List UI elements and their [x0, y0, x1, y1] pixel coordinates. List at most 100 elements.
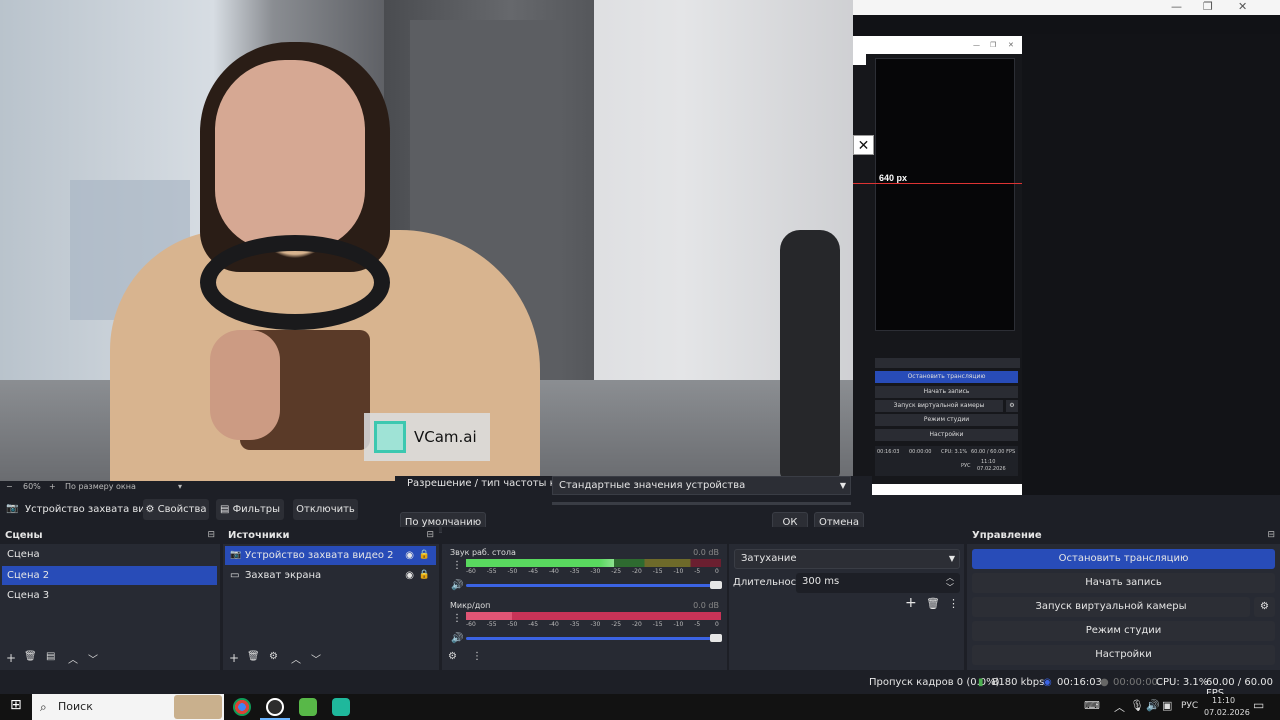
remove-transition-icon[interactable]: 🗑 — [926, 597, 940, 610]
zoom-bar: − 60% + По размеру окна ▾ — [0, 481, 395, 494]
volume-meter-level — [466, 559, 614, 567]
eye-icon[interactable]: ◉ — [405, 546, 414, 565]
move-up-icon[interactable]: ︿ — [68, 651, 78, 666]
move-down-icon[interactable]: ﹀ — [311, 651, 321, 666]
volume-slider[interactable] — [466, 634, 722, 642]
meter-tick-label: -25 — [611, 621, 622, 628]
clock-time[interactable]: 11:10 — [1212, 696, 1235, 705]
settings-button[interactable]: Настройки — [972, 645, 1275, 665]
zoom-in-button[interactable]: + — [49, 482, 56, 491]
filters-button[interactable]: ▤ Фильтры — [216, 499, 284, 520]
speaker-icon[interactable]: 🔊 — [451, 580, 463, 591]
dock-menu-icon[interactable]: ⊟ — [426, 527, 434, 544]
nested-preview — [875, 58, 1015, 331]
transition-menu-icon[interactable]: ⋮ — [948, 597, 959, 610]
studio-mode-button[interactable]: Режим студии — [972, 621, 1275, 641]
mixer-menu-icon[interactable]: ⋮ — [472, 651, 482, 662]
source-properties-icon[interactable]: ⚙ — [269, 651, 278, 662]
source-item-selected[interactable]: 📷 Устройство захвата видео 2 ◉ 🔒 — [225, 546, 436, 565]
tray-chevron-icon[interactable]: ︿ — [1114, 699, 1125, 715]
zoom-mode-select[interactable]: По размеру окна — [65, 482, 136, 491]
add-scene-icon[interactable]: + — [6, 651, 16, 665]
eye-icon[interactable]: ◉ — [405, 566, 414, 585]
volume-slider[interactable] — [466, 581, 722, 589]
meter-tick-label: -35 — [569, 568, 580, 575]
source-item[interactable]: ▭ Захват экрана ◉ 🔒 — [225, 566, 436, 585]
nested-clock: 11:10 — [981, 459, 996, 465]
volume-slider-handle[interactable] — [710, 634, 722, 642]
zoom-mode-chevron-icon[interactable]: ▾ — [178, 482, 182, 491]
zoom-out-button[interactable]: − — [6, 482, 13, 491]
dialog-scrollbar[interactable] — [552, 502, 851, 505]
lock-icon[interactable]: 🔒 — [419, 546, 430, 565]
notifications-icon[interactable]: ▭ — [1253, 698, 1264, 712]
bitrate: 8180 kbps — [992, 677, 1045, 688]
vcam-app-icon[interactable] — [332, 698, 350, 716]
remove-scene-icon[interactable]: 🗑 — [24, 651, 37, 662]
resolution-select[interactable]: Стандартные значения устройства ▼ — [552, 476, 851, 495]
move-up-icon[interactable]: ︿ — [291, 651, 301, 666]
language-indicator[interactable]: РУС — [1181, 701, 1198, 711]
channel-db: 0.0 dB — [693, 548, 719, 557]
preview-canvas[interactable]: VCam.ai — [0, 0, 853, 481]
move-down-icon[interactable]: ﹀ — [88, 651, 98, 666]
speaker-icon[interactable]: 🔊 — [451, 633, 463, 644]
start-record-button[interactable]: Начать запись — [972, 573, 1275, 593]
source-label: Устройство захвата видео 2 — [245, 550, 394, 561]
meter-tick-label: -5 — [694, 621, 701, 628]
android-app-icon[interactable] — [299, 698, 317, 716]
meter-tick-label: -50 — [507, 621, 518, 628]
vcam-settings-gear-icon[interactable]: ⚙ — [1254, 597, 1275, 617]
add-transition-icon[interactable]: + — [905, 595, 917, 611]
channel-db: 0.0 dB — [693, 601, 719, 610]
scene-filters-icon[interactable]: ▤ — [46, 651, 55, 662]
scene-item[interactable]: Сцена — [2, 545, 217, 564]
lock-icon[interactable]: 🔒 — [419, 566, 430, 585]
volume-icon[interactable]: 🔊 — [1146, 699, 1160, 712]
meter-tick-label: -15 — [652, 621, 663, 628]
stream-time: 00:16:03 — [1057, 677, 1102, 688]
taskbar-search[interactable]: ⌕ Поиск — [32, 694, 224, 720]
nested-close-button[interactable]: ✕ — [853, 135, 874, 155]
maximize-button[interactable]: ❐ — [1203, 0, 1213, 14]
properties-button[interactable]: ⚙ Свойства — [143, 499, 209, 520]
disable-button[interactable]: Отключить — [293, 499, 358, 520]
scene-item[interactable]: Сцена 3 — [2, 586, 217, 605]
mixer-header — [442, 527, 727, 544]
obs-icon[interactable] — [266, 698, 284, 716]
clock-date[interactable]: 07.02.2026 — [1204, 708, 1250, 717]
microphone-icon[interactable]: 🎙 — [1130, 699, 1144, 712]
scenes-toolbar: + 🗑 ▤ ︿ ﹀ — [0, 648, 220, 670]
gear-icon: ⚙ — [145, 504, 155, 515]
scene-item-selected[interactable]: Сцена 2 — [2, 566, 217, 585]
channel-menu-icon[interactable]: ⋮ — [452, 613, 462, 624]
window-titlebar: — ❐ ✕ — [853, 0, 1280, 15]
meter-tick-label: -50 — [507, 568, 518, 575]
start-vcam-button[interactable]: Запуск виртуальной камеры — [972, 597, 1250, 617]
close-window-button[interactable]: ✕ — [1238, 0, 1247, 14]
windows-start-icon[interactable]: ⊞ — [10, 697, 22, 713]
stop-stream-button[interactable]: Остановить трансляцию — [972, 549, 1275, 569]
duration-spinbox[interactable]: 300 ms ︿ ﹀ — [796, 573, 960, 593]
chrome-icon[interactable] — [233, 698, 251, 716]
network-icon[interactable]: ▣ — [1162, 699, 1172, 712]
nested-start-record-button: Начать запись — [875, 386, 1018, 398]
measure-label: 640 px — [879, 173, 908, 183]
volume-slider-handle[interactable] — [710, 581, 722, 589]
minimize-button[interactable]: — — [1171, 0, 1182, 14]
keyboard-icon[interactable]: ⌨ — [1084, 699, 1100, 712]
mixer-settings-icon[interactable]: ⚙ — [448, 651, 457, 662]
vcam-logo-icon — [374, 421, 406, 453]
remove-source-icon[interactable]: 🗑 — [247, 651, 260, 662]
meter-tick-label: -10 — [673, 621, 684, 628]
resolution-value: Стандартные значения устройства — [559, 480, 746, 491]
meter-tick-label: -20 — [632, 621, 642, 628]
add-source-icon[interactable]: + — [229, 651, 239, 665]
channel-menu-icon[interactable]: ⋮ — [452, 560, 462, 571]
transition-select[interactable]: Затухание ▼ — [734, 549, 960, 569]
sources-dock: Источники ⊟ 📷 Устройство захвата видео 2… — [223, 527, 439, 670]
dock-menu-icon[interactable]: ⊟ — [207, 527, 215, 544]
spin-down-icon[interactable]: ﹀ — [946, 579, 954, 597]
volume-meter — [466, 559, 721, 567]
dock-menu-icon[interactable]: ⊟ — [1267, 527, 1275, 544]
